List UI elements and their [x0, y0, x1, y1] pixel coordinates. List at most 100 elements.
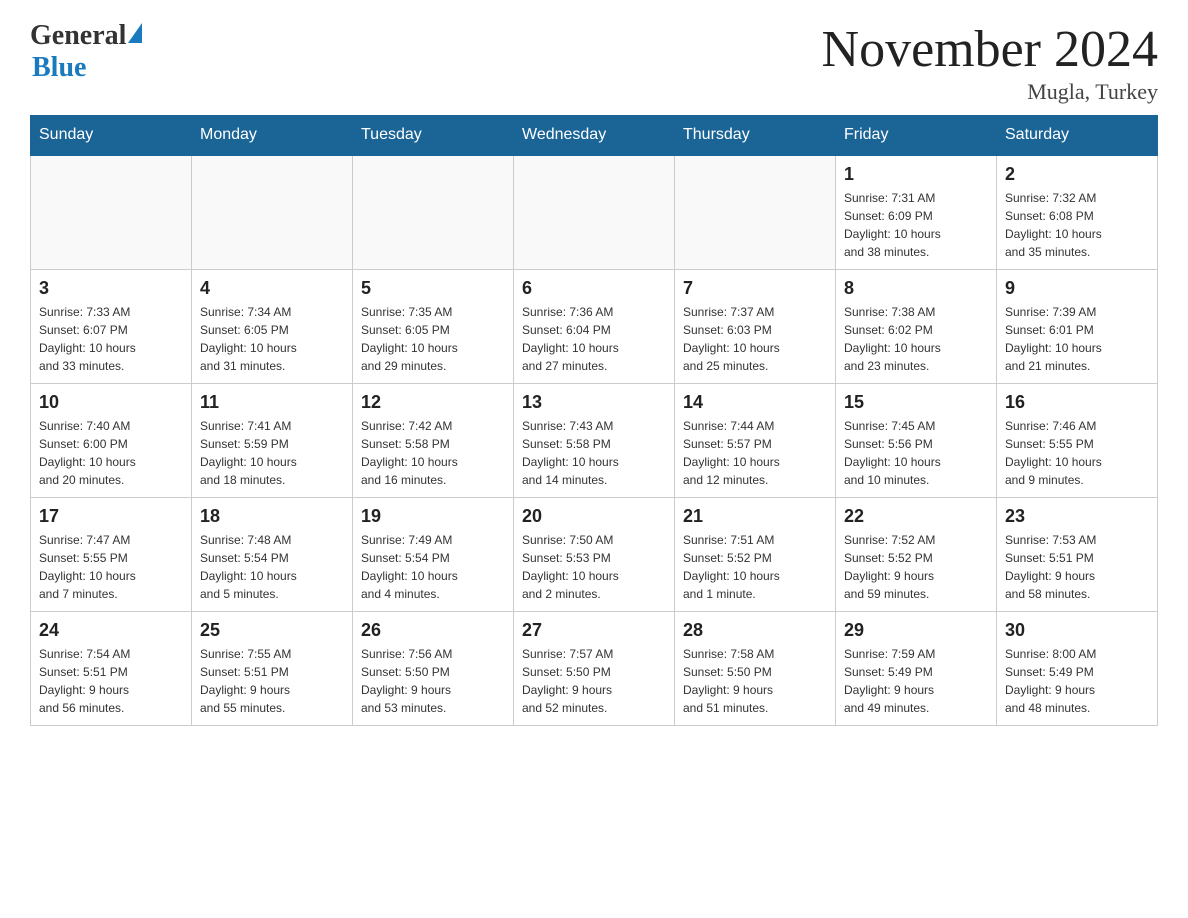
calendar-week-4: 17Sunrise: 7:47 AM Sunset: 5:55 PM Dayli…	[31, 498, 1158, 612]
weekday-header-sunday: Sunday	[31, 116, 192, 156]
day-number: 24	[39, 620, 183, 641]
table-row: 15 Sunrise: 7:45 AM Sunset: 5:56 PM Dayli…	[836, 384, 997, 498]
day-number: 23	[1005, 506, 1149, 527]
day-info: Sunrise: 7:47 AM Sunset: 5:55 PM Dayligh…	[39, 531, 183, 603]
table-row: 10 Sunrise: 7:40 AM Sunset: 6:00 PM Dayli…	[31, 384, 192, 498]
calendar-week-1: 1 Sunrise: 7:31 AM Sunset: 6:09 PM Daylig…	[31, 155, 1158, 270]
day-number: 15	[844, 392, 988, 413]
day-info: Sunrise: 7:56 AM Sunset: 5:50 PM Dayligh…	[361, 645, 505, 717]
day-number: 6	[522, 278, 666, 299]
day-number: 14	[683, 392, 827, 413]
day-number: 18	[200, 506, 344, 527]
day-number: 5	[361, 278, 505, 299]
table-row: 18 Sunrise: 7:48 AM Sunset: 5:54 PM Dayli…	[192, 498, 353, 612]
day-number: 27	[522, 620, 666, 641]
day-info: Sunrise: 7:38 AM Sunset: 6:02 PM Dayligh…	[844, 303, 988, 375]
day-number: 22	[844, 506, 988, 527]
day-info: Sunrise: 7:55 AM Sunset: 5:51 PM Dayligh…	[200, 645, 344, 717]
day-info: Sunrise: 7:31 AM Sunset: 6:09 PM Dayligh…	[844, 189, 988, 261]
day-number: 11	[200, 392, 344, 413]
table-row: 5 Sunrise: 7:35 AM Sunset: 6:05 PM Daylig…	[353, 270, 514, 384]
day-info: Sunrise: 7:46 AM Sunset: 5:55 PM Dayligh…	[1005, 417, 1149, 489]
day-number: 4	[200, 278, 344, 299]
day-info: Sunrise: 7:45 AM Sunset: 5:56 PM Dayligh…	[844, 417, 988, 489]
day-number: 16	[1005, 392, 1149, 413]
table-row: 11Sunrise: 7:41 AM Sunset: 5:59 PM Dayli…	[192, 384, 353, 498]
day-info: Sunrise: 7:53 AM Sunset: 5:51 PM Dayligh…	[1005, 531, 1149, 603]
table-row: 1 Sunrise: 7:31 AM Sunset: 6:09 PM Daylig…	[836, 155, 997, 270]
day-info: Sunrise: 7:48 AM Sunset: 5:54 PM Dayligh…	[200, 531, 344, 603]
table-row: 29 Sunrise: 7:59 AM Sunset: 5:49 PM Dayli…	[836, 612, 997, 726]
day-info: Sunrise: 7:36 AM Sunset: 6:04 PM Dayligh…	[522, 303, 666, 375]
table-row	[514, 155, 675, 270]
day-info: Sunrise: 7:33 AM Sunset: 6:07 PM Dayligh…	[39, 303, 183, 375]
day-number: 1	[844, 164, 988, 185]
day-info: Sunrise: 7:37 AM Sunset: 6:03 PM Dayligh…	[683, 303, 827, 375]
location-text: Mugla, Turkey	[822, 79, 1158, 105]
day-info: Sunrise: 7:34 AM Sunset: 6:05 PM Dayligh…	[200, 303, 344, 375]
table-row: 2 Sunrise: 7:32 AM Sunset: 6:08 PM Daylig…	[997, 155, 1158, 270]
table-row: 9Sunrise: 7:39 AM Sunset: 6:01 PM Daylig…	[997, 270, 1158, 384]
day-number: 26	[361, 620, 505, 641]
day-info: Sunrise: 7:42 AM Sunset: 5:58 PM Dayligh…	[361, 417, 505, 489]
day-info: Sunrise: 7:57 AM Sunset: 5:50 PM Dayligh…	[522, 645, 666, 717]
weekday-header-monday: Monday	[192, 116, 353, 156]
table-row: 7 Sunrise: 7:37 AM Sunset: 6:03 PM Daylig…	[675, 270, 836, 384]
table-row: 17Sunrise: 7:47 AM Sunset: 5:55 PM Dayli…	[31, 498, 192, 612]
table-row	[353, 155, 514, 270]
day-number: 29	[844, 620, 988, 641]
day-info: Sunrise: 7:40 AM Sunset: 6:00 PM Dayligh…	[39, 417, 183, 489]
day-info: Sunrise: 7:44 AM Sunset: 5:57 PM Dayligh…	[683, 417, 827, 489]
table-row	[675, 155, 836, 270]
table-row: 27 Sunrise: 7:57 AM Sunset: 5:50 PM Dayli…	[514, 612, 675, 726]
day-number: 2	[1005, 164, 1149, 185]
table-row: 28 Sunrise: 7:58 AM Sunset: 5:50 PM Dayli…	[675, 612, 836, 726]
day-number: 30	[1005, 620, 1149, 641]
weekday-header-tuesday: Tuesday	[353, 116, 514, 156]
table-row: 13 Sunrise: 7:43 AM Sunset: 5:58 PM Dayli…	[514, 384, 675, 498]
day-info: Sunrise: 7:58 AM Sunset: 5:50 PM Dayligh…	[683, 645, 827, 717]
day-number: 9	[1005, 278, 1149, 299]
table-row: 19Sunrise: 7:49 AM Sunset: 5:54 PM Dayli…	[353, 498, 514, 612]
table-row: 21Sunrise: 7:51 AM Sunset: 5:52 PM Dayli…	[675, 498, 836, 612]
table-row: 3 Sunrise: 7:33 AM Sunset: 6:07 PM Daylig…	[31, 270, 192, 384]
month-title: November 2024	[822, 20, 1158, 79]
logo-blue-text: Blue	[32, 52, 86, 84]
table-row: 16 Sunrise: 7:46 AM Sunset: 5:55 PM Dayli…	[997, 384, 1158, 498]
day-info: Sunrise: 7:35 AM Sunset: 6:05 PM Dayligh…	[361, 303, 505, 375]
day-info: Sunrise: 7:59 AM Sunset: 5:49 PM Dayligh…	[844, 645, 988, 717]
day-number: 10	[39, 392, 183, 413]
day-number: 3	[39, 278, 183, 299]
weekday-header-thursday: Thursday	[675, 116, 836, 156]
day-info: Sunrise: 7:52 AM Sunset: 5:52 PM Dayligh…	[844, 531, 988, 603]
table-row: 26 Sunrise: 7:56 AM Sunset: 5:50 PM Dayli…	[353, 612, 514, 726]
weekday-header-friday: Friday	[836, 116, 997, 156]
day-number: 7	[683, 278, 827, 299]
day-number: 28	[683, 620, 827, 641]
table-row: 14 Sunrise: 7:44 AM Sunset: 5:57 PM Dayli…	[675, 384, 836, 498]
day-number: 21	[683, 506, 827, 527]
table-row: 6 Sunrise: 7:36 AM Sunset: 6:04 PM Daylig…	[514, 270, 675, 384]
day-number: 25	[200, 620, 344, 641]
table-row	[192, 155, 353, 270]
day-info: Sunrise: 7:50 AM Sunset: 5:53 PM Dayligh…	[522, 531, 666, 603]
calendar-week-5: 24Sunrise: 7:54 AM Sunset: 5:51 PM Dayli…	[31, 612, 1158, 726]
table-row: 24Sunrise: 7:54 AM Sunset: 5:51 PM Dayli…	[31, 612, 192, 726]
logo-general-text: General	[30, 20, 126, 52]
day-number: 13	[522, 392, 666, 413]
day-info: Sunrise: 7:43 AM Sunset: 5:58 PM Dayligh…	[522, 417, 666, 489]
day-info: Sunrise: 7:32 AM Sunset: 6:08 PM Dayligh…	[1005, 189, 1149, 261]
table-row	[31, 155, 192, 270]
table-row: 4 Sunrise: 7:34 AM Sunset: 6:05 PM Daylig…	[192, 270, 353, 384]
title-section: November 2024 Mugla, Turkey	[822, 20, 1158, 105]
calendar-header: SundayMondayTuesdayWednesdayThursdayFrid…	[31, 116, 1158, 156]
table-row: 8Sunrise: 7:38 AM Sunset: 6:02 PM Daylig…	[836, 270, 997, 384]
calendar-table: SundayMondayTuesdayWednesdayThursdayFrid…	[30, 115, 1158, 726]
day-info: Sunrise: 7:49 AM Sunset: 5:54 PM Dayligh…	[361, 531, 505, 603]
table-row: 30Sunrise: 8:00 AM Sunset: 5:49 PM Dayli…	[997, 612, 1158, 726]
page-header: General Blue November 2024 Mugla, Turkey	[30, 20, 1158, 105]
calendar-week-2: 3 Sunrise: 7:33 AM Sunset: 6:07 PM Daylig…	[31, 270, 1158, 384]
weekday-header-wednesday: Wednesday	[514, 116, 675, 156]
logo: General Blue	[30, 20, 142, 84]
table-row: 22 Sunrise: 7:52 AM Sunset: 5:52 PM Dayli…	[836, 498, 997, 612]
